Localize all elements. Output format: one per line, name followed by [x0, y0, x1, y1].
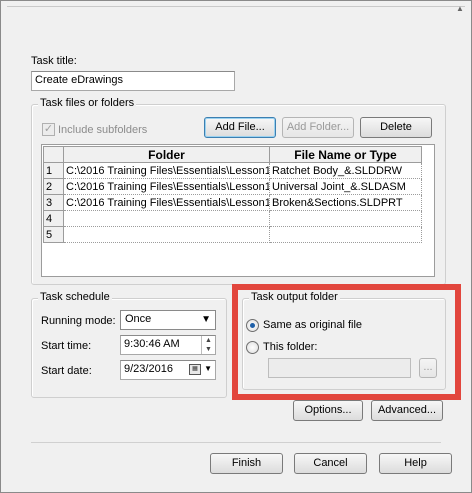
table-row[interactable]: 2 C:\2016 Training Files\Essentials\Less… [43, 178, 422, 195]
folder-cell[interactable]: C:\2016 Training Files\Essentials\Lesson… [63, 194, 270, 211]
start-date-value: 9/23/2016 [124, 363, 173, 375]
row-number: 3 [43, 194, 64, 211]
scroll-up-icon[interactable]: ▲ [455, 5, 465, 13]
folder-cell[interactable] [63, 210, 270, 227]
file-cell[interactable]: Broken&Sections.SLDPRT [269, 194, 422, 211]
row-number: 2 [43, 178, 64, 195]
task-files-group-title: Task files or folders [38, 97, 137, 109]
finish-button[interactable]: Finish [210, 453, 283, 474]
table-row[interactable]: 4 [43, 210, 422, 227]
add-file-button[interactable]: Add File... [204, 117, 276, 138]
running-mode-label: Running mode: [41, 315, 116, 327]
files-table-header: Folder File Name or Type [43, 146, 422, 163]
file-cell[interactable]: Universal Joint_&.SLDASM [269, 178, 422, 195]
help-button[interactable]: Help [379, 453, 452, 474]
advanced-button[interactable]: Advanced... [371, 400, 443, 421]
file-cell[interactable] [269, 210, 422, 227]
row-number: 1 [43, 162, 64, 179]
files-table: Folder File Name or Type 1 C:\2016 Train… [43, 146, 422, 243]
time-spinner[interactable]: ▲ ▼ [201, 336, 215, 354]
running-mode-dropdown[interactable]: Once ▼ [120, 310, 216, 330]
start-time-value: 9:30:46 AM [124, 338, 180, 350]
date-dropdown-arrow-icon[interactable]: ▼ [204, 364, 212, 373]
start-time-input[interactable]: 9:30:46 AM ▲ ▼ [120, 335, 216, 355]
task-schedule-group-title: Task schedule [38, 291, 112, 303]
column-header-folder[interactable]: Folder [63, 146, 270, 163]
delete-button[interactable]: Delete [360, 117, 432, 138]
table-row[interactable]: 3 C:\2016 Training Files\Essentials\Less… [43, 194, 422, 211]
add-folder-button[interactable]: Add Folder... [282, 117, 354, 138]
file-cell[interactable] [269, 226, 422, 243]
highlight-box [232, 284, 461, 400]
folder-cell[interactable]: C:\2016 Training Files\Essentials\Lesson… [63, 178, 270, 195]
row-number: 5 [43, 226, 64, 243]
table-row[interactable]: 5 [43, 226, 422, 243]
start-time-label: Start time: [41, 340, 92, 352]
include-subfolders-label: Include subfolders [58, 124, 148, 136]
dialog-window: ▲ Task title: Create eDrawings Task file… [0, 0, 472, 493]
start-date-input[interactable]: 9/23/2016 ▦ ▼ [120, 360, 216, 380]
cancel-button[interactable]: Cancel [294, 453, 367, 474]
spin-down-icon[interactable]: ▼ [202, 345, 215, 354]
start-date-label: Start date: [41, 365, 92, 377]
folder-cell[interactable] [63, 226, 270, 243]
table-row[interactable]: 1 C:\2016 Training Files\Essentials\Less… [43, 162, 422, 179]
corner-cell [43, 146, 64, 163]
calendar-icon[interactable]: ▦ [189, 364, 201, 375]
task-title-input[interactable]: Create eDrawings [31, 71, 235, 91]
column-header-file-name[interactable]: File Name or Type [269, 146, 422, 163]
row-number: 4 [43, 210, 64, 227]
folder-cell[interactable]: C:\2016 Training Files\Essentials\Lesson… [63, 162, 270, 179]
task-title-label: Task title: [31, 55, 77, 67]
chevron-down-icon: ▼ [201, 314, 211, 325]
options-button[interactable]: Options... [293, 400, 363, 421]
running-mode-value: Once [125, 313, 152, 325]
include-subfolders-checkbox[interactable]: ✓ [42, 123, 55, 136]
bottom-separator [31, 442, 441, 443]
top-divider [7, 1, 465, 7]
spin-up-icon[interactable]: ▲ [202, 336, 215, 345]
file-cell[interactable]: Ratchet Body_&.SLDDRW [269, 162, 422, 179]
